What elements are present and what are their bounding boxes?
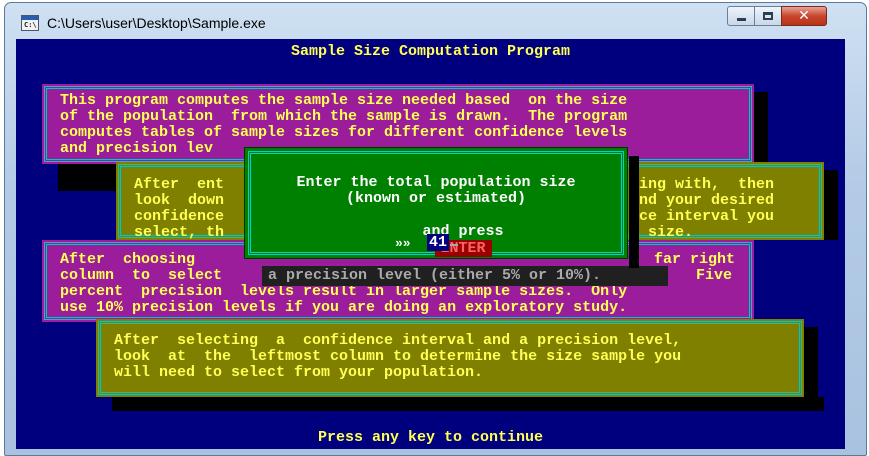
instructions-line-4: select, th bbox=[134, 224, 225, 241]
instructions-right-2: ind your desired bbox=[630, 192, 775, 209]
precision-line-1-left: After choosing bbox=[60, 251, 196, 268]
result-line-1: After selecting a confidence interval an… bbox=[114, 332, 682, 349]
result-panel: After selecting a confidence interval an… bbox=[96, 319, 804, 397]
minimize-button[interactable] bbox=[727, 6, 755, 26]
program-heading: Sample Size Computation Program bbox=[290, 43, 571, 60]
population-dialog: Enter the total population size (known o… bbox=[244, 147, 639, 268]
instructions-line-1: After ent bbox=[134, 176, 225, 193]
maximize-button[interactable] bbox=[754, 6, 782, 26]
instructions-line-3: confidence bbox=[134, 208, 225, 225]
text-cursor bbox=[450, 244, 458, 246]
precision-five: Five bbox=[696, 267, 733, 284]
title-bar[interactable]: C:\ C:\Users\user\Desktop\Sample.exe ✕ bbox=[5, 3, 866, 41]
precision-line-4: use 10% precision levels if you are doin… bbox=[60, 299, 628, 316]
intro-line-2: of the population from which the sample … bbox=[60, 108, 628, 125]
instructions-right-4: e size. bbox=[630, 224, 694, 241]
instructions-right-1: king with, then bbox=[630, 176, 775, 193]
intro-line-1: This program computes the sample size ne… bbox=[60, 92, 628, 109]
instructions-line-2: look down bbox=[134, 192, 225, 209]
prompt-arrow: »» bbox=[395, 236, 411, 251]
close-button[interactable]: ✕ bbox=[781, 6, 827, 26]
result-line-3: will need to select from your population… bbox=[114, 364, 484, 381]
intro-line-3: computes tables of sample sizes for diff… bbox=[60, 124, 628, 141]
window-title: C:\Users\user\Desktop\Sample.exe bbox=[47, 15, 266, 31]
continue-prompt: Press any key to continue bbox=[317, 429, 544, 446]
result-line-2: look at the leftmost column to determine… bbox=[114, 348, 682, 365]
dialog-line-1: Enter the total population size bbox=[296, 174, 576, 191]
intro-line-4: and precision lev bbox=[60, 140, 214, 157]
console-area[interactable]: Sample Size Computation Program This pro… bbox=[16, 39, 845, 449]
dialog-line-2: (known or estimated) bbox=[345, 190, 527, 207]
minimize-icon bbox=[736, 18, 746, 21]
precision-line-2: column to select bbox=[60, 267, 223, 284]
close-icon: ✕ bbox=[798, 8, 810, 24]
app-icon[interactable]: C:\ bbox=[21, 15, 39, 31]
population-input[interactable]: 41 bbox=[427, 234, 450, 251]
precision-line-3: percent precision levels result in large… bbox=[60, 283, 628, 300]
instructions-right-3: nce interval you bbox=[630, 208, 775, 225]
maximize-icon bbox=[763, 12, 773, 20]
